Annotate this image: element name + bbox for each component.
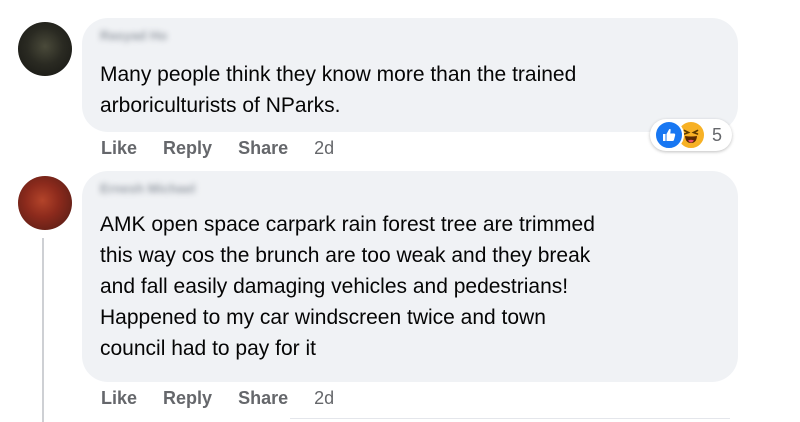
avatar[interactable]	[18, 22, 72, 76]
avatar[interactable]	[18, 176, 72, 230]
reply-button[interactable]: Reply	[163, 388, 212, 409]
comment-text: Many people think they know more than th…	[100, 63, 577, 117]
comment-author[interactable]: Rasyad Ho	[100, 28, 167, 43]
reaction-summary[interactable]: 5	[650, 119, 733, 151]
comment-text: AMK open space carpark rain forest tree …	[100, 213, 595, 360]
divider	[290, 418, 730, 419]
comment-timestamp[interactable]: 2d	[314, 388, 334, 409]
like-button[interactable]: Like	[101, 388, 137, 409]
reply-thread-line	[42, 238, 44, 422]
comment-actions: Like Reply Share 2d	[101, 138, 334, 159]
reaction-count: 5	[712, 124, 723, 145]
comment-bubble: Rasyad Ho Many people think they know mo…	[82, 18, 738, 132]
like-button[interactable]: Like	[101, 138, 137, 159]
like-icon	[654, 120, 684, 150]
comment-bubble: Ernesh Michael AMK open space carpark ra…	[82, 171, 738, 382]
comment-author[interactable]: Ernesh Michael	[100, 181, 195, 196]
comment-timestamp[interactable]: 2d	[314, 138, 334, 159]
reply-button[interactable]: Reply	[163, 138, 212, 159]
share-button[interactable]: Share	[238, 388, 288, 409]
share-button[interactable]: Share	[238, 138, 288, 159]
comment-actions: Like Reply Share 2d	[101, 388, 334, 409]
